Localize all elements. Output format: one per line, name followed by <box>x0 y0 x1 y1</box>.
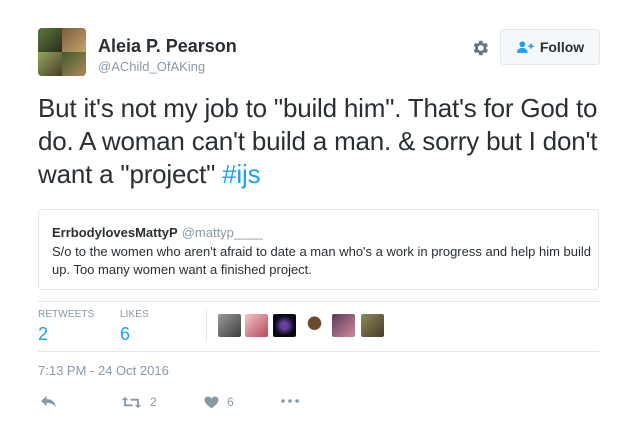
more-action[interactable] <box>281 399 299 403</box>
likes-stat[interactable]: LIKES 6 <box>120 309 149 345</box>
liker-avatar[interactable] <box>332 314 355 337</box>
tweet-text: But it's not my job to "build him". That… <box>38 92 603 191</box>
liker-avatar[interactable] <box>273 314 296 337</box>
retweet-action[interactable]: 2 <box>121 395 157 409</box>
stats-separator <box>206 310 207 342</box>
liker-avatar[interactable] <box>303 314 326 337</box>
tweet-header: Aleia P. Pearson @AChild_OfAKing Follow <box>38 28 600 78</box>
heart-icon <box>204 395 219 409</box>
tweet-timestamp[interactable]: 7:13 PM - 24 Oct 2016 <box>38 363 169 378</box>
more-dots-icon <box>281 399 299 403</box>
follow-user-icon <box>516 41 534 53</box>
retweets-count: 2 <box>38 324 49 344</box>
liker-avatar[interactable] <box>218 314 241 337</box>
divider <box>38 351 599 352</box>
retweet-icon <box>121 396 142 408</box>
reply-icon <box>41 395 56 408</box>
like-action-count: 6 <box>227 395 234 409</box>
liker-avatar[interactable] <box>245 314 268 337</box>
reply-action[interactable] <box>40 395 57 408</box>
retweets-stat[interactable]: RETWEETS 2 <box>38 309 94 345</box>
user-fullname[interactable]: Aleia P. Pearson <box>98 36 237 57</box>
quoted-author-name: ErrbodylovesMattyP <box>52 225 178 240</box>
quoted-tweet-author: ErrbodylovesMattyP @mattyp____ <box>52 225 263 240</box>
like-action[interactable]: 6 <box>204 395 234 409</box>
likes-count: 6 <box>120 324 131 344</box>
follow-button-label: Follow <box>539 39 585 55</box>
hashtag-link[interactable]: #ijs <box>222 159 260 189</box>
user-handle[interactable]: @AChild_OfAKing <box>98 59 205 74</box>
divider <box>38 301 599 302</box>
quoted-tweet[interactable]: ErrbodylovesMattyP @mattyp____ S/o to the… <box>38 209 599 290</box>
liker-avatar[interactable] <box>361 314 384 337</box>
avatar[interactable] <box>38 28 86 76</box>
gear-icon[interactable] <box>470 38 490 58</box>
likes-label: LIKES <box>120 309 149 320</box>
follow-button[interactable]: Follow <box>500 29 600 65</box>
retweet-action-count: 2 <box>150 395 157 409</box>
tweet-body: But it's not my job to "build him". That… <box>38 93 598 189</box>
quoted-author-handle: @mattyp____ <box>181 225 263 240</box>
retweets-label: RETWEETS <box>38 309 95 320</box>
quoted-tweet-text: S/o to the women who aren't afraid to da… <box>52 244 591 277</box>
